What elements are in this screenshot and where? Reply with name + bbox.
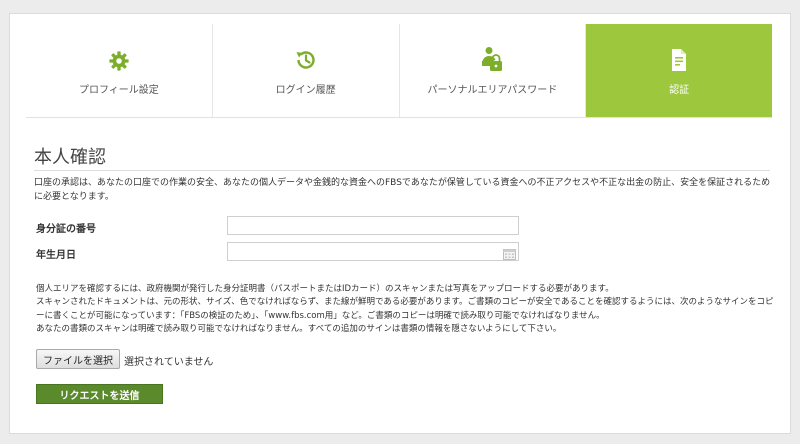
choose-file-button[interactable]: ファイルを選択	[36, 349, 120, 369]
page-title: 本人確認	[34, 147, 106, 168]
tab-label: ログイン履歴	[275, 84, 336, 96]
gear-icon	[108, 46, 130, 72]
calendar-icon[interactable]	[503, 245, 516, 264]
file-status-text: 選択されていません	[124, 357, 214, 368]
id-number-label: 身分証の番号	[36, 224, 96, 235]
tab-verification[interactable]: 認証	[586, 24, 772, 117]
tab-label: 認証	[669, 84, 690, 96]
section-description: 口座の承認は、あなたの口座での作業の安全、あなたの個人データや金銭的な資金へのF…	[34, 178, 771, 202]
birthdate-label: 年生月日	[36, 250, 76, 261]
settings-tabs: プロフィール設定 ログイン履歴 パーソナルエリアパスワード 認証	[26, 24, 772, 118]
tab-label: プロフィール設定	[78, 84, 159, 96]
title-divider	[34, 170, 770, 171]
history-icon	[294, 46, 318, 72]
document-icon	[669, 46, 689, 72]
user-lock-icon	[481, 46, 503, 72]
submit-request-button[interactable]: リクエストを送信	[36, 384, 163, 404]
page: プロフィール設定 ログイン履歴 パーソナルエリアパスワード 認証 本人確認 口座…	[0, 0, 800, 444]
birthdate-input[interactable]	[227, 242, 519, 261]
tab-profile-settings[interactable]: プロフィール設定	[26, 24, 213, 117]
tab-personal-area-password[interactable]: パーソナルエリアパスワード	[400, 24, 587, 117]
tab-login-history[interactable]: ログイン履歴	[213, 24, 400, 117]
instruction-paragraph: あなたの書類のスキャンは明確で読み取り可能でなければなりません。すべての追加のサ…	[36, 324, 562, 335]
instruction-paragraph: 個人エリアを確認するには、政府機関が発行した身分証明書（パスポートまたはIDカー…	[36, 284, 614, 294]
instruction-paragraph: スキャンされたドキュメントは、元の形状、サイズ、色でなければならず、また線が鮮明…	[36, 297, 774, 321]
upload-instructions: 個人エリアを確認するには、政府機関が発行した身分証明書（パスポートまたはIDカー…	[36, 283, 776, 337]
id-number-input[interactable]	[227, 216, 519, 235]
tab-label: パーソナルエリアパスワード	[427, 84, 558, 96]
